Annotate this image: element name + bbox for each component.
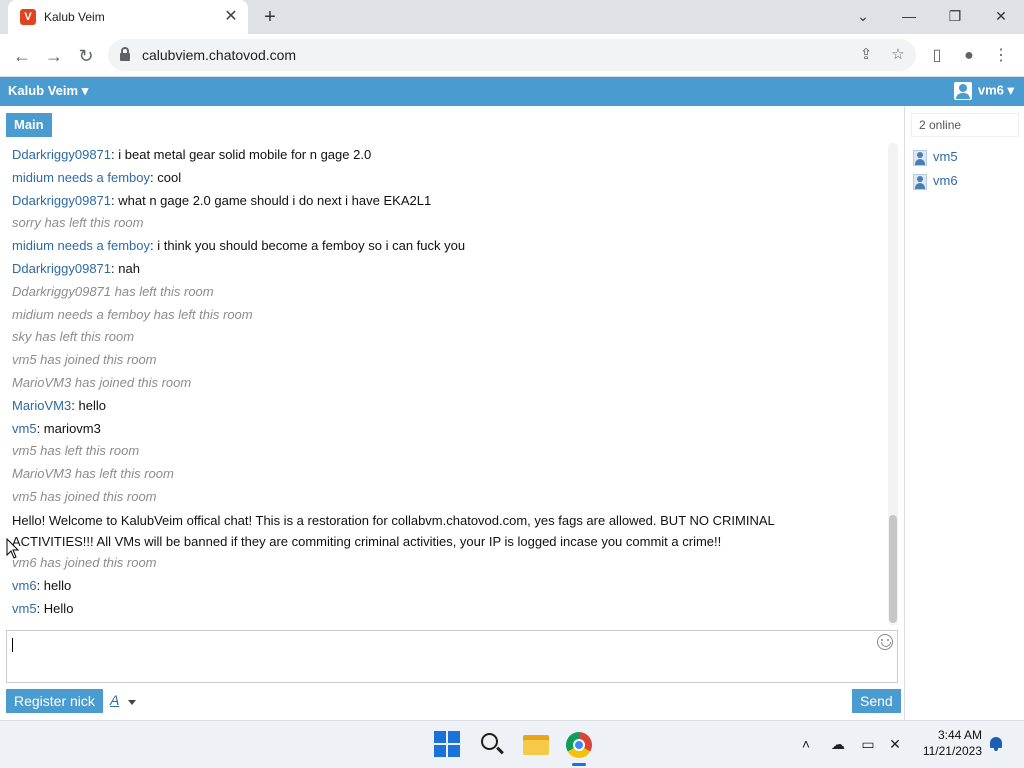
message-text: i think you should become a femboy so i … <box>157 238 466 253</box>
message-text: Hello <box>43 601 74 616</box>
system-message: MarioVM3 has left this room <box>12 466 174 481</box>
message-nick[interactable]: Ddarkriggy09871 <box>12 147 111 162</box>
user-menu-label: vm6 ▾ <box>977 82 1014 98</box>
message-item: MarioVM3: hello <box>12 398 106 413</box>
message-item: vm6: hello <box>12 578 72 593</box>
message-list: Ddarkriggy09871: i beat metal gear solid… <box>0 143 884 623</box>
message-item: midium needs a femboy: i think you shoul… <box>12 238 466 253</box>
system-message: vm5 has joined this room <box>12 352 157 367</box>
address-bar[interactable]: calubviem.chatovod.com ⇪ ☆ <box>108 39 916 71</box>
message-text: cool <box>157 170 182 185</box>
message-text: nah <box>118 261 140 276</box>
volume-muted-icon[interactable]: ✕ <box>885 734 905 754</box>
url-text: calubviem.chatovod.com <box>142 47 297 63</box>
browser-tabstrip: V Kalub Veim ✕ + ⌄ — ❐ ✕ <box>0 0 1024 34</box>
scrollbar-thumb[interactable] <box>889 515 897 623</box>
browser-toolbar: ← → ↻ calubviem.chatovod.com ⇪ ☆ ▯ ● ⋮ <box>0 34 1024 77</box>
message-item: Ddarkriggy09871: nah <box>12 261 140 276</box>
message-item: vm5: mariovm3 <box>12 421 101 436</box>
message-nick[interactable]: Ddarkriggy09871 <box>12 193 111 208</box>
message-nick[interactable]: MarioVM3 <box>12 398 71 413</box>
system-message: sorry has left this room <box>12 215 144 230</box>
clock-time: 3:44 AM <box>937 728 982 742</box>
font-dropdown-chevron-icon[interactable] <box>128 700 136 705</box>
message-nick[interactable]: vm5 <box>12 601 37 616</box>
user-avatar-icon <box>953 82 972 100</box>
minimize-icon[interactable]: — <box>892 4 926 28</box>
user-menu[interactable]: vm6 ▾ <box>953 82 1014 102</box>
tab-title: Kalub Veim <box>44 10 105 24</box>
forward-arrow-icon[interactable]: → <box>41 43 67 69</box>
online-user-item[interactable]: vm5 <box>913 148 958 166</box>
taskbar-clock[interactable]: 3:44 AM 11/21/2023 <box>910 727 982 759</box>
tab-search-icon[interactable]: ⌄ <box>846 4 880 28</box>
online-user-name: vm6 <box>933 173 958 188</box>
tray-overflow-chevron-icon[interactable]: ˄ <box>796 734 816 754</box>
message-nick[interactable]: midium needs a femboy <box>12 170 150 185</box>
new-tab-button[interactable]: + <box>258 6 282 28</box>
profile-icon[interactable]: ● <box>956 43 982 69</box>
font-style-button[interactable]: A <box>110 692 119 708</box>
message-nick[interactable]: midium needs a femboy <box>12 238 150 253</box>
message-text: hello <box>43 578 72 593</box>
site-favicon-icon: V <box>20 9 36 25</box>
active-app-indicator <box>572 763 586 766</box>
message-text: what n gage 2.0 game should i do next i … <box>118 193 432 208</box>
bookmark-star-icon[interactable]: ☆ <box>888 45 908 65</box>
message-text: i beat metal gear solid mobile for n gag… <box>118 147 372 162</box>
system-message: vm5 has joined this room <box>12 489 157 504</box>
emoji-smiley-icon[interactable] <box>877 634 893 650</box>
online-user-name: vm5 <box>933 149 958 164</box>
system-message: vm6 has joined this room <box>12 555 157 570</box>
file-explorer-icon[interactable] <box>522 731 550 759</box>
message-scrollbar[interactable] <box>888 143 898 625</box>
system-message: vm5 has left this room <box>12 443 140 458</box>
room-menu[interactable]: Kalub Veim ▾ <box>8 83 88 99</box>
message-input[interactable] <box>6 630 898 683</box>
message-item: Ddarkriggy09871: what n gage 2.0 game sh… <box>12 193 432 208</box>
message-item: vm5: Hello <box>12 601 74 616</box>
message-nick[interactable]: vm6 <box>12 578 37 593</box>
taskbar-search-icon[interactable] <box>478 731 506 759</box>
network-icon[interactable]: ▭ <box>858 734 878 754</box>
chat-header-bar: Kalub Veim ▾ vm6 ▾ <box>0 77 1024 106</box>
notification-bell-icon[interactable] <box>988 736 1004 752</box>
restore-icon[interactable]: ❐ <box>938 4 972 28</box>
window-close-icon[interactable]: ✕ <box>984 4 1018 28</box>
menu-kebab-icon[interactable]: ⋮ <box>988 43 1014 69</box>
windows-start-icon[interactable] <box>434 731 462 759</box>
system-message: midium needs a femboy has left this room <box>12 307 253 322</box>
lock-icon <box>120 47 130 61</box>
message-text: mariovm3 <box>43 421 101 436</box>
share-icon[interactable]: ⇪ <box>856 45 876 65</box>
text-caret <box>12 638 13 652</box>
announcement-message: Hello! Welcome to KalubVeim offical chat… <box>12 513 775 549</box>
online-user-item[interactable]: vm6 <box>913 172 958 190</box>
back-arrow-icon[interactable]: ← <box>9 43 35 69</box>
message-nick[interactable]: vm5 <box>12 421 37 436</box>
system-message: sky has left this room <box>12 329 135 344</box>
mouse-cursor-icon <box>6 538 20 559</box>
online-users-sidebar: 2 online vm5 vm6 <box>904 106 1024 720</box>
online-count: 2 online <box>911 113 1019 137</box>
reload-icon[interactable]: ↻ <box>73 43 99 69</box>
clock-date: 11/21/2023 <box>922 744 982 758</box>
message-nick[interactable]: Ddarkriggy09871 <box>12 261 111 276</box>
user-icon <box>913 173 927 190</box>
message-item: midium needs a femboy: cool <box>12 170 182 185</box>
onedrive-cloud-icon[interactable]: ☁ <box>828 734 848 754</box>
tab-main[interactable]: Main <box>6 113 52 137</box>
side-panel-icon[interactable]: ▯ <box>924 43 950 69</box>
message-text: hello <box>78 398 106 413</box>
user-icon <box>913 149 927 166</box>
register-nick-button[interactable]: Register nick <box>6 689 103 713</box>
send-button[interactable]: Send <box>852 689 901 713</box>
system-message: MarioVM3 has joined this room <box>12 375 192 390</box>
message-item: Ddarkriggy09871: i beat metal gear solid… <box>12 147 372 162</box>
system-message: Ddarkriggy09871 has left this room <box>12 284 214 299</box>
chrome-icon[interactable] <box>565 731 593 759</box>
browser-tab[interactable]: V Kalub Veim ✕ <box>8 0 248 34</box>
tab-close-icon[interactable]: ✕ <box>222 8 240 26</box>
